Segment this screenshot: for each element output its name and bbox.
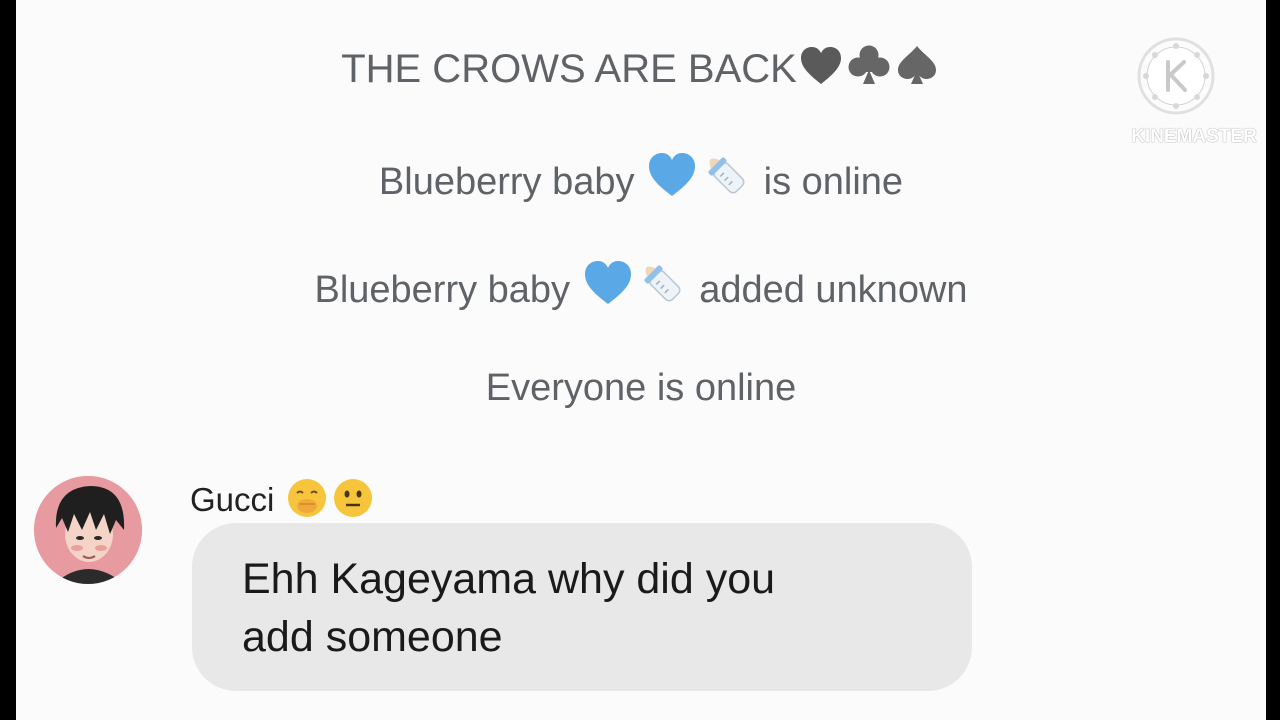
online-notice: Blueberry baby is online: [16, 152, 1266, 204]
kinemaster-label: KINEMASTER: [1131, 126, 1257, 147]
black-heart-icon: [800, 47, 841, 84]
baby-bottle-icon: [644, 265, 681, 302]
notice-action: is online: [763, 161, 904, 203]
notice-action: added unknown: [699, 269, 968, 311]
group-title-notice: THE CROWS ARE BACK: [16, 44, 1266, 92]
avatar[interactable]: [34, 476, 142, 584]
blue-heart-icon: [649, 153, 696, 196]
everyone-online-notice: Everyone is online: [485, 367, 797, 409]
message-text: Ehh Kageyama why did you add someone: [242, 550, 942, 666]
club-suit-icon: [848, 45, 890, 84]
spade-suit-icon: [897, 46, 936, 84]
sender-name-row: Gucci: [190, 477, 376, 519]
message-text-line: add someone: [242, 613, 503, 661]
kinemaster-watermark: KINEMASTER: [1124, 34, 1264, 154]
chat-screen: THE CROWS ARE BACK Blueberry baby is onl…: [16, 0, 1266, 720]
neutral-face-icon: [333, 479, 372, 517]
sender-name: Gucci: [190, 481, 275, 518]
group-title: THE CROWS ARE BACK: [341, 47, 797, 91]
added-notice: Blueberry baby added unknown: [16, 260, 1266, 312]
message-text-line: Ehh Kageyama why did you: [242, 555, 776, 603]
message-bubble[interactable]: Ehh Kageyama why did you add someone: [192, 523, 972, 691]
baby-bottle-icon: [708, 157, 745, 194]
avatar-image: [34, 476, 142, 584]
hand-over-mouth-face-icon: [287, 479, 326, 517]
incoming-message: Gucci Ehh Kageyama why did you add someo…: [34, 476, 1034, 706]
kinemaster-logo-icon: [1137, 37, 1215, 115]
blue-heart-icon: [584, 261, 631, 304]
notice-name: Blueberry baby: [378, 161, 635, 203]
notice-name: Blueberry baby: [314, 269, 571, 311]
